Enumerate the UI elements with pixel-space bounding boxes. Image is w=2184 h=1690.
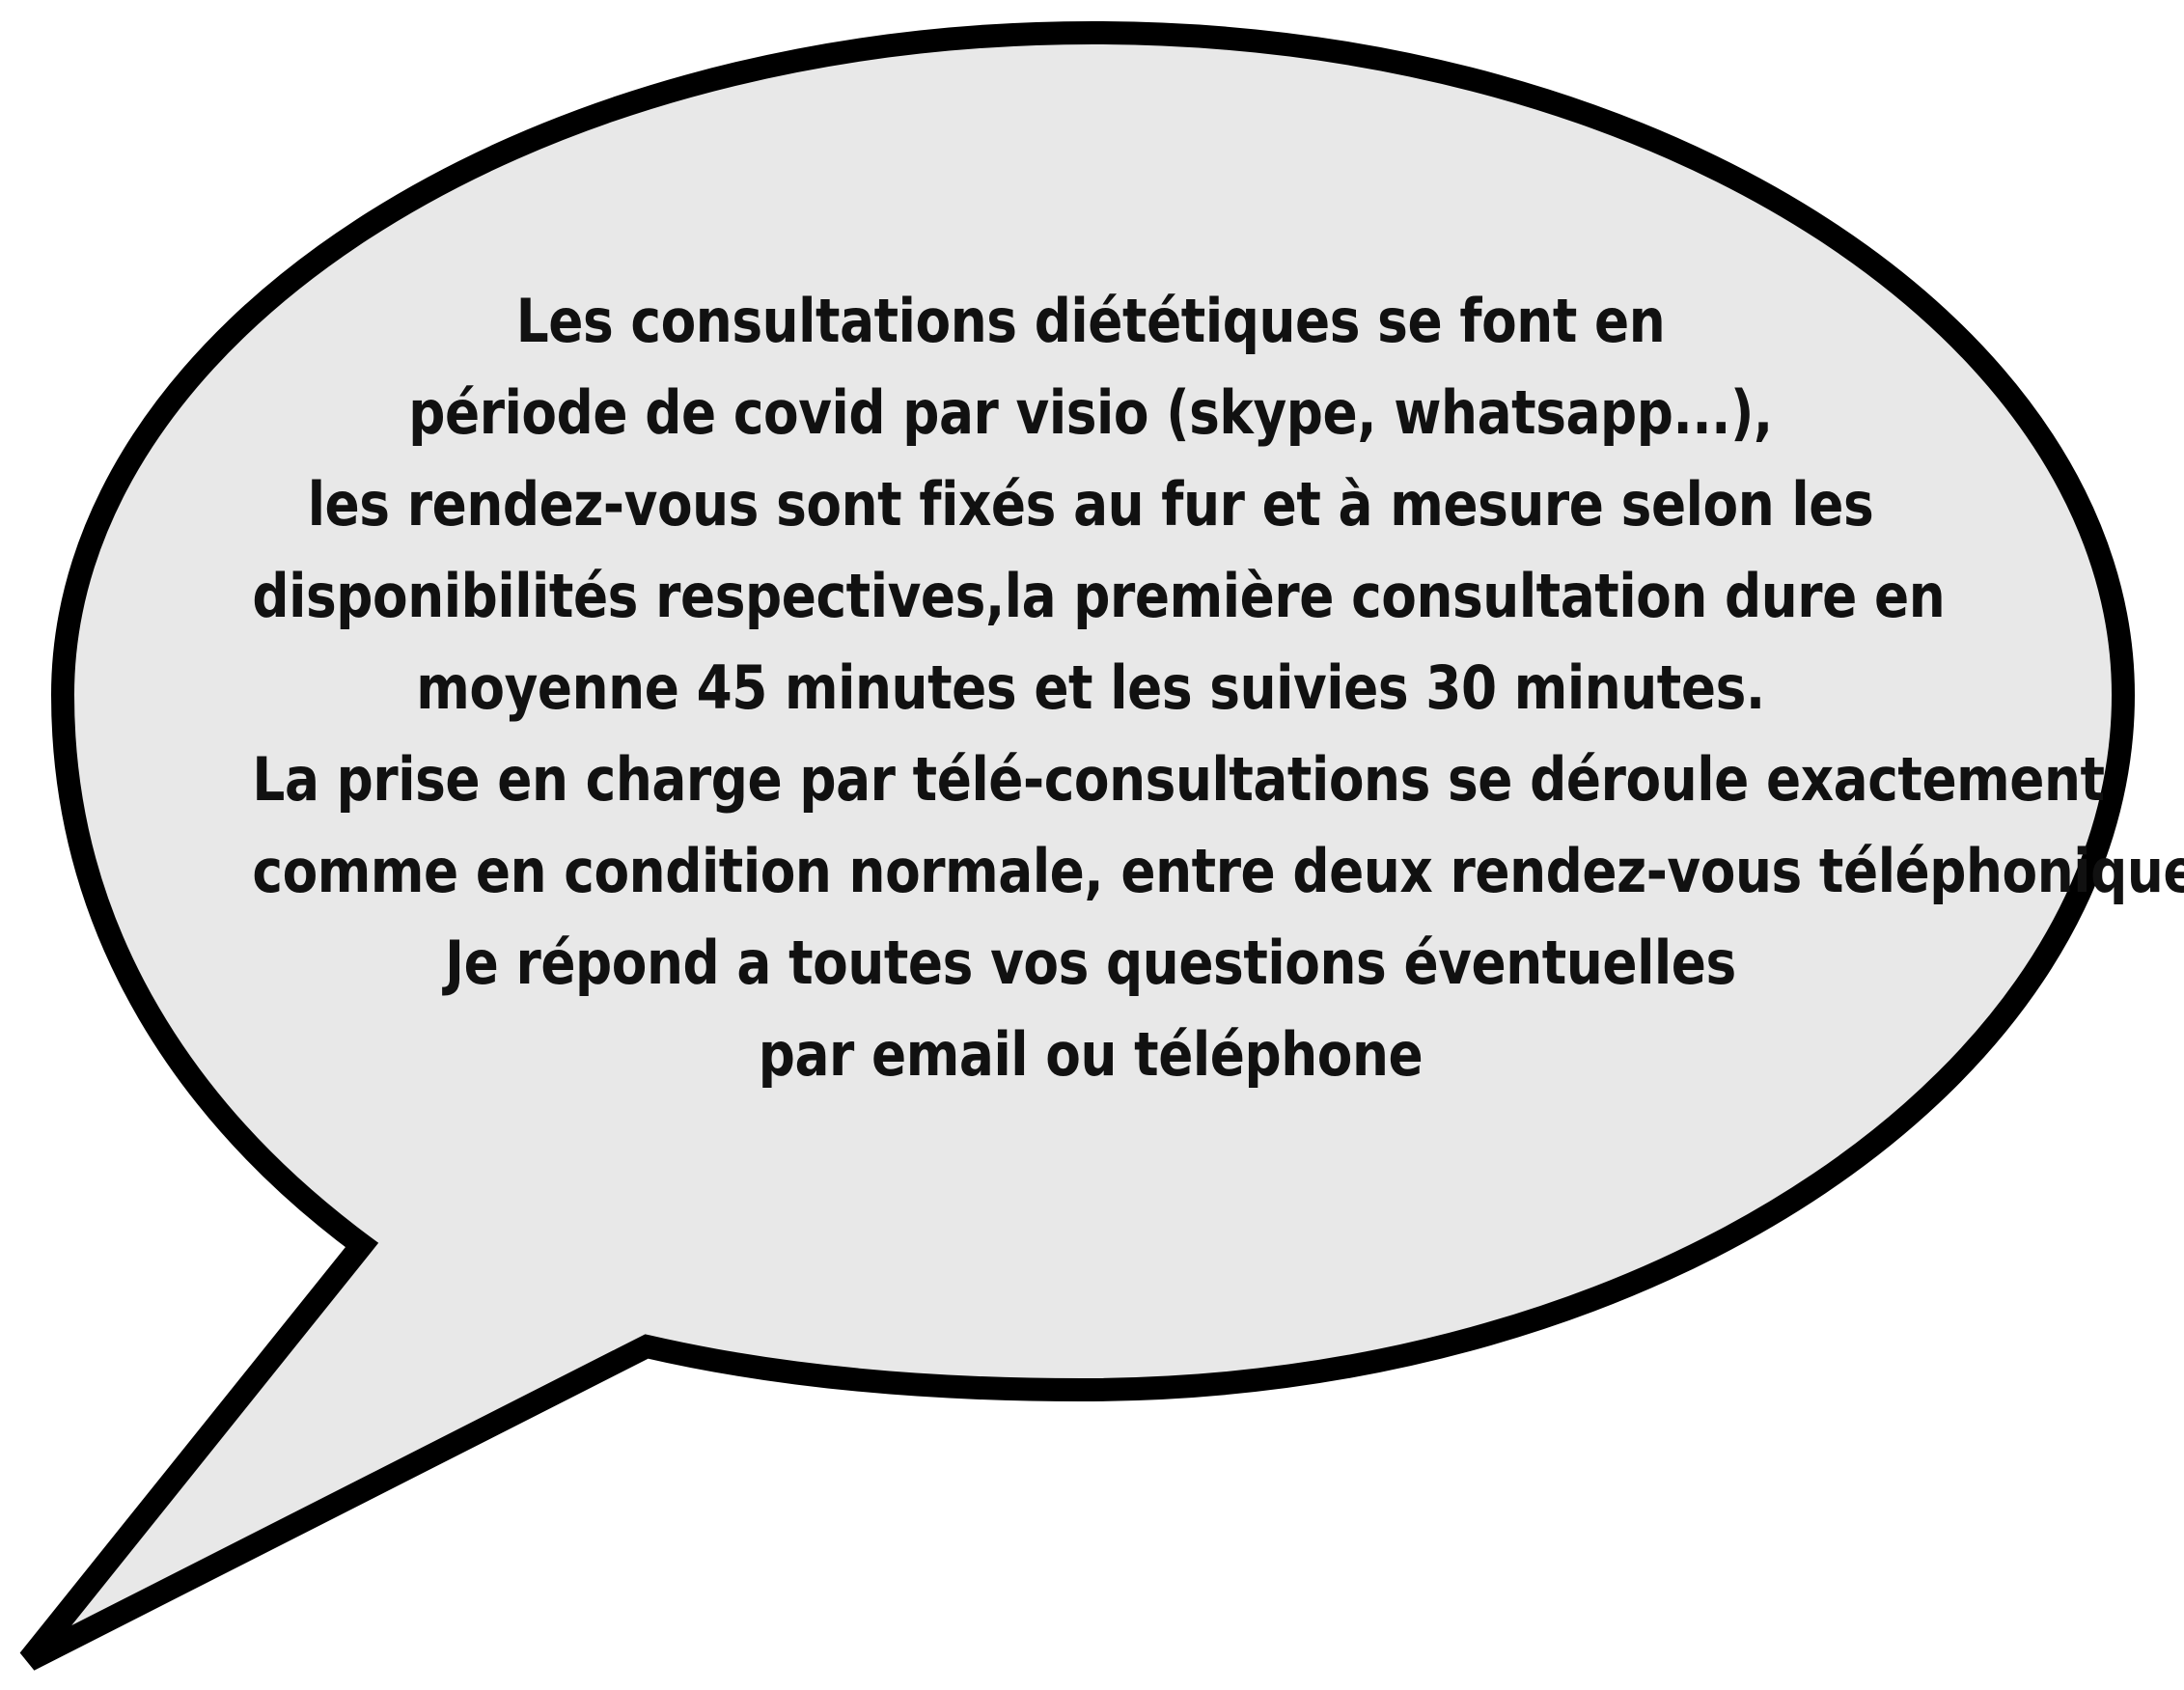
message-line: comme en condition normale, entre deux r…	[252, 836, 2184, 906]
message-line: par email ou téléphone	[758, 1019, 1424, 1090]
message-line: Je répond a toutes vos questions éventue…	[445, 928, 1736, 998]
message-line: Les consultations diététiques se font en	[515, 286, 1666, 356]
message-line: disponibilités respectives,la première c…	[252, 561, 1946, 631]
message-line: La prise en charge par télé-consultation…	[252, 744, 2105, 815]
bubble-message: Les consultations diététiques se font en…	[252, 275, 2184, 1100]
message-line: période de covid par visio (skype, whats…	[408, 377, 1773, 448]
message-line: les rendez-vous sont fixés au fur et à m…	[307, 469, 1874, 540]
message-line: moyenne 45 minutes et les suivies 30 min…	[416, 652, 1765, 723]
